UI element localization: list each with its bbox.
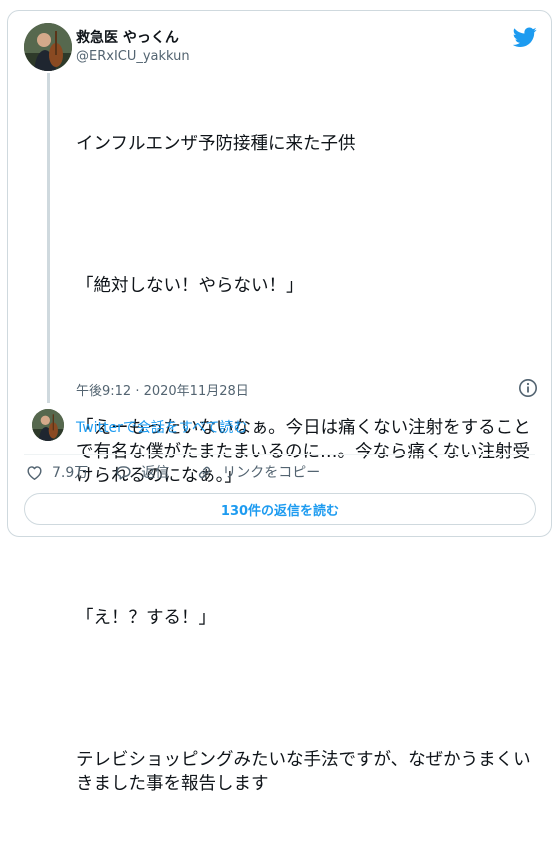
avatar-small[interactable]: [32, 409, 64, 441]
divider: [24, 454, 535, 455]
like-button[interactable]: 7.9万: [25, 462, 88, 482]
info-icon[interactable]: [518, 378, 538, 398]
tweet-line: インフルエンザ予防接種に来た子供: [76, 134, 356, 154]
avatar[interactable]: [24, 23, 72, 71]
display-name[interactable]: 救急医 やっくん: [76, 27, 179, 47]
like-count: 7.9万: [52, 465, 89, 481]
link-icon: [199, 466, 211, 478]
tweet-line: テレビショッピングみたいな手法ですが、なぜかうまくいきました事を報告します: [76, 750, 531, 794]
tweet-line: 「え！？する！」: [76, 608, 216, 628]
tweet-line: 「絶対しない！やらない！」: [76, 276, 304, 296]
twitter-bird-icon[interactable]: [513, 25, 537, 49]
reply-icon: [116, 465, 131, 480]
copy-link-button[interactable]: リンクをコピー: [195, 462, 320, 482]
reply-button[interactable]: 返信: [114, 462, 169, 482]
reply-label: 返信: [141, 465, 170, 481]
action-bar: 7.9万 返信 リンクをコピー: [25, 461, 346, 483]
tweet-card: 救急医 やっくん @ERxICU_yakkun インフルエンザ予防接種に来た子供…: [7, 10, 552, 794]
user-handle[interactable]: @ERxICU_yakkun: [76, 49, 190, 64]
read-replies-button[interactable]: 130件の返信を読む: [24, 493, 536, 525]
heart-icon: [27, 465, 42, 480]
copy-link-label: リンクをコピー: [222, 465, 321, 481]
tweet-timestamp[interactable]: 午後9:12 · 2020年11月28日: [76, 380, 249, 399]
read-conversation-link[interactable]: Twitterで会話をすべて読む: [76, 417, 247, 437]
thread-line: [47, 73, 50, 403]
